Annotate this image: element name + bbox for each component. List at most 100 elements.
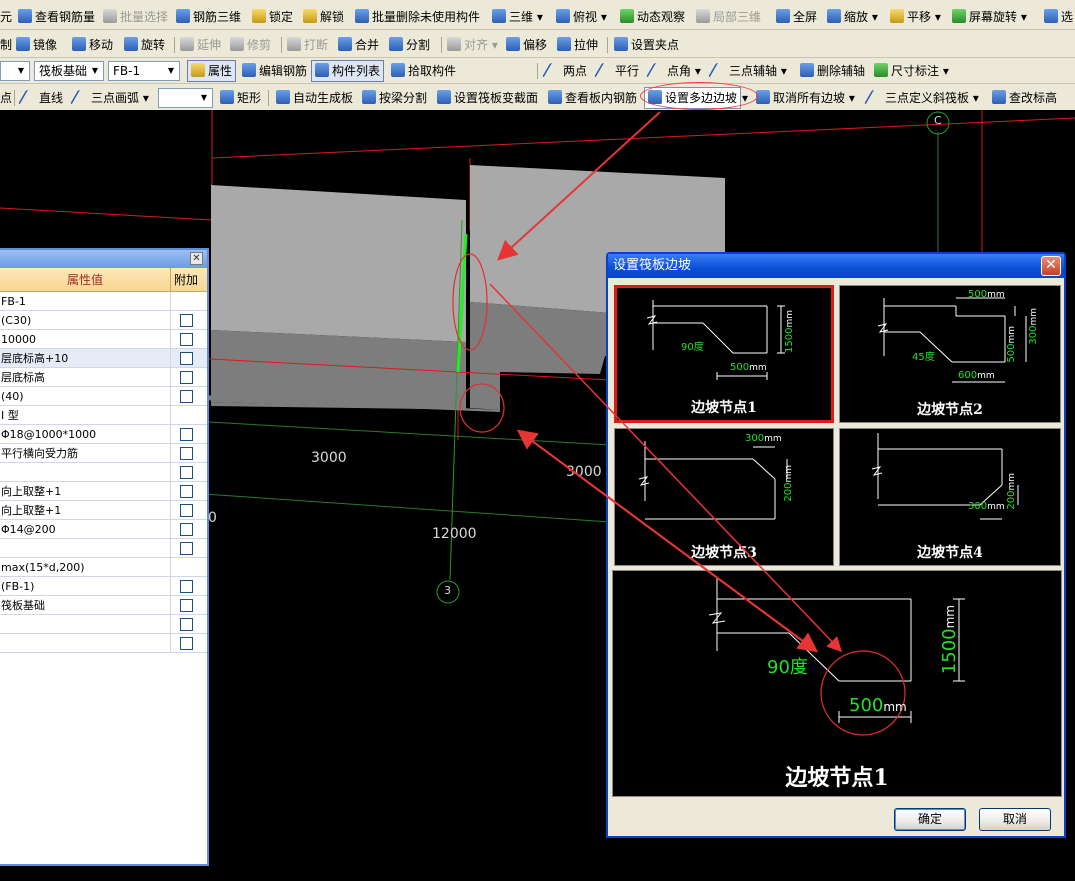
split-by-beam-button[interactable]: 按梁分割 (362, 88, 427, 108)
local-3d-button[interactable]: 局部三维 (696, 7, 761, 27)
add-checkbox[interactable] (179, 522, 193, 536)
edit-elevation-button[interactable]: 查改标高 (992, 88, 1057, 108)
property-row[interactable]: Φ14@200 (0, 520, 207, 539)
rotate-button[interactable]: 旋转 (124, 35, 165, 55)
two-points-button[interactable]: 两点 (541, 61, 587, 81)
add-checkbox[interactable] (179, 427, 193, 441)
property-row[interactable]: 层底标高 (0, 368, 207, 387)
property-row[interactable]: (40) (0, 387, 207, 406)
tool-partial[interactable]: 元 (0, 7, 12, 27)
slope-node-option-1[interactable]: 1500mm 500mm 90度 边坡节点1 (614, 285, 834, 423)
pick-component-button[interactable]: 拾取构件 (391, 61, 456, 81)
property-row[interactable]: I 型 (0, 406, 207, 425)
property-value[interactable] (0, 539, 171, 557)
property-value[interactable]: 筏板基础 (0, 596, 171, 614)
property-row[interactable]: max(15*d,200) (0, 558, 207, 577)
three-point-sloped-raft-button[interactable]: 三点定义斜筏板 ▾ (863, 88, 979, 108)
batch-delete-unused-button[interactable]: 批量删除未使用构件 (355, 7, 480, 27)
line-button[interactable]: 直线 (17, 88, 63, 108)
auto-generate-slab-button[interactable]: 自动生成板 (276, 88, 353, 108)
property-value[interactable]: 10000 (0, 330, 171, 348)
three-point-arc-button[interactable]: 三点画弧 ▾ (69, 88, 149, 108)
unlock-button[interactable]: 解锁 (303, 7, 344, 27)
add-checkbox[interactable] (179, 636, 193, 650)
property-row[interactable]: FB-1 (0, 292, 207, 311)
copy-button-partial[interactable]: 制 (0, 35, 12, 55)
view-rebar-qty-button[interactable]: 查看钢筋量 (18, 7, 95, 27)
property-row[interactable]: 向上取整+1 (0, 501, 207, 520)
point-button-partial[interactable]: 点 (0, 88, 12, 108)
property-value[interactable]: 平行横向受力筋 (0, 444, 171, 462)
close-icon[interactable]: ✕ (1041, 256, 1061, 276)
property-value[interactable]: FB-1 (0, 292, 171, 310)
add-checkbox[interactable] (179, 617, 193, 631)
property-row[interactable]: 层底标高+10 (0, 349, 207, 368)
property-value[interactable]: max(15*d,200) (0, 558, 171, 576)
properties-title-bar[interactable]: ✕ (0, 250, 207, 268)
stretch-button[interactable]: 拉伸 (557, 35, 598, 55)
slope-node-option-3[interactable]: 300mm 200mm 边坡节点3 (614, 428, 834, 566)
merge-button[interactable]: 合并 (338, 35, 379, 55)
floor-combo-partial[interactable]: ▼ (0, 61, 30, 81)
screen-rotate-button[interactable]: 屏幕旋转 ▾ (952, 7, 1027, 27)
zoom-button[interactable]: 缩放 ▾ (827, 7, 878, 27)
move-button[interactable]: 移动 (72, 35, 113, 55)
add-checkbox[interactable] (179, 484, 193, 498)
property-value[interactable]: (FB-1) (0, 577, 171, 595)
component-name-combo[interactable]: FB-1 ▼ (108, 61, 180, 81)
component-list-button[interactable]: 构件列表 (311, 60, 385, 82)
property-value[interactable]: 层底标高+10 (0, 349, 171, 367)
draw-mode-combo[interactable]: ▼ (158, 88, 213, 108)
property-value[interactable] (0, 463, 171, 481)
dialog-title-bar[interactable]: 设置筏板边坡 ✕ (608, 254, 1064, 278)
split-button[interactable]: 分割 (389, 35, 430, 55)
property-row[interactable] (0, 615, 207, 634)
top-view-button[interactable]: 俯视 ▾ (556, 7, 607, 27)
property-row[interactable]: 平行横向受力筋 (0, 444, 207, 463)
edit-rebar-button[interactable]: 编辑钢筋 (242, 61, 307, 81)
set-raft-section-button[interactable]: 设置筏板变截面 (437, 88, 538, 108)
property-value[interactable]: Φ14@200 (0, 520, 171, 538)
close-icon[interactable]: ✕ (190, 252, 203, 265)
cancel-all-slopes-button[interactable]: 取消所有边坡 ▾ (756, 88, 855, 108)
batch-select-button[interactable]: 批量选择 (103, 7, 168, 27)
extend-button[interactable]: 延伸 (180, 35, 221, 55)
offset-button[interactable]: 偏移 (506, 35, 547, 55)
pan-button[interactable]: 平移 ▾ (890, 7, 941, 27)
property-value[interactable]: (40) (0, 387, 171, 405)
property-value[interactable]: 层底标高 (0, 368, 171, 386)
break-button[interactable]: 打断 (287, 35, 328, 55)
parallel-button[interactable]: 平行 (593, 61, 639, 81)
property-row[interactable]: 10000 (0, 330, 207, 349)
property-row[interactable]: (FB-1) (0, 577, 207, 596)
rectangle-button[interactable]: 矩形 (220, 88, 261, 108)
lock-button[interactable]: 锁定 (252, 7, 293, 27)
cancel-button[interactable]: 取消 (979, 808, 1051, 831)
ok-button[interactable]: 确定 (894, 808, 966, 831)
three-point-axis-button[interactable]: 三点辅轴 ▾ (707, 61, 787, 81)
property-value[interactable]: 向上取整+1 (0, 482, 171, 500)
property-row[interactable]: 向上取整+1 (0, 482, 207, 501)
add-checkbox[interactable] (179, 389, 193, 403)
property-value[interactable]: (C30) (0, 311, 171, 329)
slope-node-option-2[interactable]: 500mm 300mm 500mm 600mm 45度 边坡节点2 (839, 285, 1061, 423)
slope-node-option-4[interactable]: 300mm 200mm 边坡节点4 (839, 428, 1061, 566)
view-3d-button[interactable]: 三维 ▾ (492, 7, 543, 27)
rebar-3d-button[interactable]: 钢筋三维 (176, 7, 241, 27)
property-value[interactable] (0, 615, 171, 633)
property-value[interactable]: I 型 (0, 406, 171, 424)
component-type-combo[interactable]: 筏板基础 ▼ (34, 61, 104, 81)
property-row[interactable]: Φ18@1000*1000 (0, 425, 207, 444)
add-checkbox[interactable] (179, 332, 193, 346)
property-value[interactable]: Φ18@1000*1000 (0, 425, 171, 443)
point-angle-button[interactable]: 点角 ▾ (645, 61, 701, 81)
add-checkbox[interactable] (179, 541, 193, 555)
add-checkbox[interactable] (179, 598, 193, 612)
fullscreen-button[interactable]: 全屏 (776, 7, 817, 27)
property-value[interactable] (0, 634, 171, 652)
property-row[interactable] (0, 539, 207, 558)
align-button[interactable]: 对齐 ▾ (447, 35, 498, 55)
set-grip-button[interactable]: 设置夹点 (614, 35, 679, 55)
property-row[interactable] (0, 634, 207, 653)
mirror-button[interactable]: 镜像 (16, 35, 57, 55)
